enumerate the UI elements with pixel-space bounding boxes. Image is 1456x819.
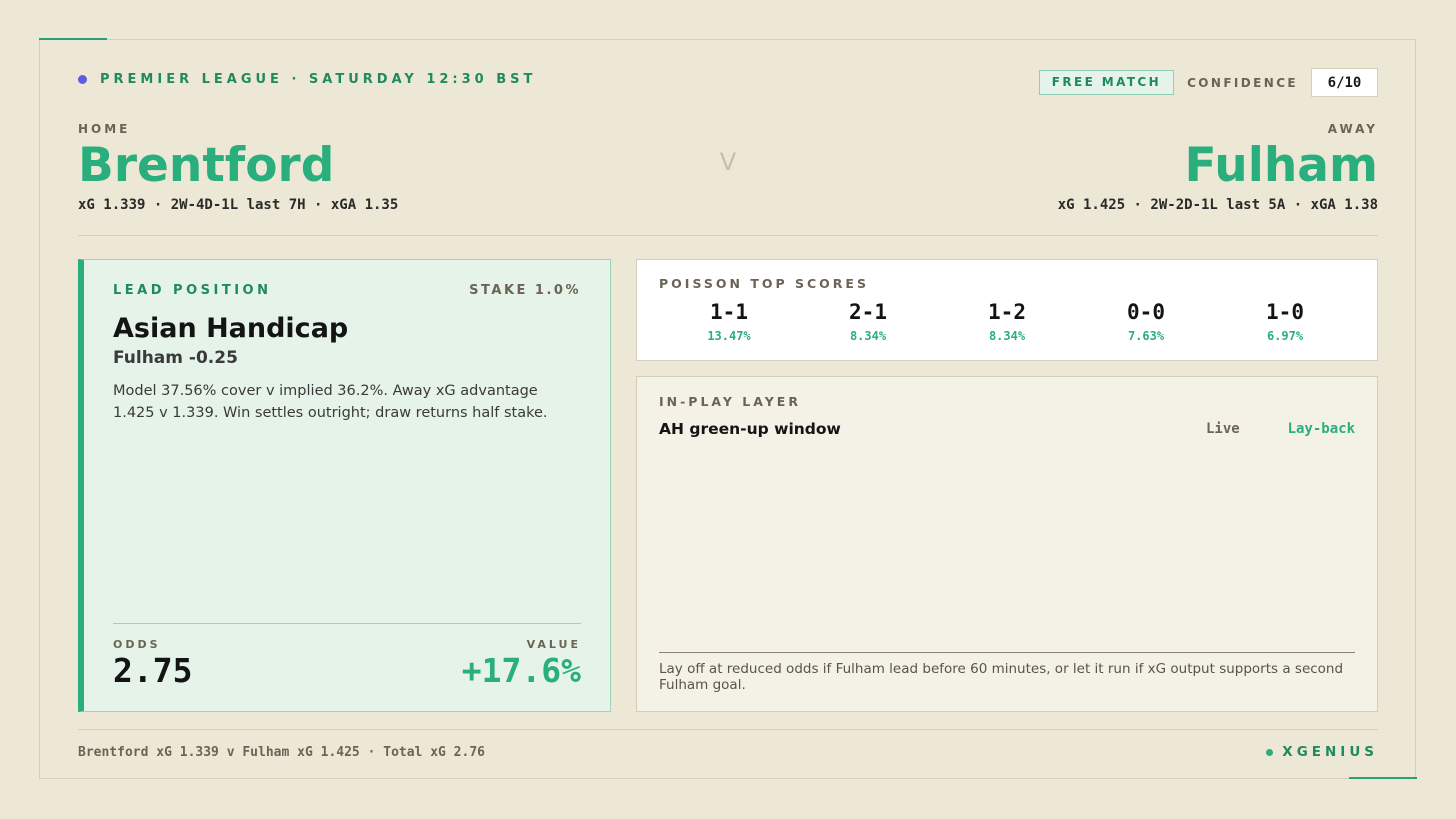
brand-dot-icon — [1266, 748, 1274, 756]
lead-position-label: LEAD POSITION — [113, 283, 272, 298]
league-line: PREMIER LEAGUE · SATURDAY 12:30 BST — [100, 72, 537, 87]
away-label: AWAY — [1327, 122, 1378, 136]
league-dot-icon — [78, 75, 87, 84]
in-play-label: IN-PLAY LAYER — [659, 394, 801, 409]
score-value: 1-0 — [1266, 300, 1304, 324]
value-label: VALUE — [526, 638, 581, 651]
score-item: 1-2 8.34% — [947, 300, 1067, 343]
score-probability: 8.34% — [849, 329, 887, 343]
score-item: 1-0 6.97% — [1225, 300, 1345, 343]
in-play-divider — [659, 652, 1355, 653]
score-item: 0-0 7.63% — [1086, 300, 1206, 343]
header-divider — [78, 235, 1378, 236]
in-play-title: AH green-up window — [659, 420, 841, 438]
in-play-note: Lay off at reduced odds if Fulham lead b… — [659, 661, 1344, 693]
accent-line-bottom — [1349, 777, 1417, 779]
score-value: 0-0 — [1127, 300, 1165, 324]
accent-line-top — [39, 38, 107, 40]
stake-label: STAKE 1.0% — [469, 283, 581, 298]
market-title: Asian Handicap — [113, 313, 349, 344]
brand-name: XGENIUS — [1282, 744, 1378, 760]
home-team-name: Brentford — [78, 138, 335, 193]
value-figure: +17.6% — [461, 651, 581, 690]
score-probability: 13.47% — [707, 329, 751, 343]
score-value: 1-1 — [710, 300, 748, 324]
live-status: Live — [1206, 421, 1240, 437]
score-item: 1-1 13.47% — [669, 300, 789, 343]
away-team-name: Fulham — [1184, 138, 1379, 193]
lead-divider — [113, 623, 581, 624]
selection-line: Fulham -0.25 — [113, 348, 238, 368]
footer-summary: Brentford xG 1.339 v Fulham xG 1.425 · T… — [78, 745, 485, 760]
score-probability: 8.34% — [988, 329, 1026, 343]
odds-value: 2.75 — [113, 651, 193, 690]
header: PREMIER LEAGUE · SATURDAY 12:30 BST FREE… — [78, 68, 1378, 97]
away-team-stats: xG 1.425 · 2W-2D-1L last 5A · xGA 1.38 — [1057, 197, 1378, 213]
confidence-label: CONFIDENCE — [1187, 75, 1298, 90]
lay-back-action: Lay-back — [1287, 421, 1355, 437]
poisson-scores-card: POISSON TOP SCORES 1-1 13.47% 2-1 8.34% … — [636, 259, 1378, 361]
score-item: 2-1 8.34% — [808, 300, 928, 343]
in-play-card: IN-PLAY LAYER AH green-up window Live La… — [636, 376, 1378, 712]
score-value: 1-2 — [988, 300, 1026, 324]
score-probability: 6.97% — [1266, 329, 1304, 343]
home-label: HOME — [78, 122, 131, 136]
brand: XGENIUS — [1266, 744, 1378, 760]
poisson-label: POISSON TOP SCORES — [659, 276, 869, 291]
confidence-value: 6/10 — [1311, 68, 1378, 97]
score-value: 2-1 — [849, 300, 887, 324]
lead-description: Model 37.56% cover v implied 36.2%. Away… — [113, 383, 548, 421]
score-probability: 7.63% — [1127, 329, 1165, 343]
odds-label: ODDS — [113, 638, 161, 651]
lead-position-card: LEAD POSITION STAKE 1.0% Asian Handicap … — [78, 259, 611, 712]
footer-divider — [78, 729, 1378, 730]
league-info: PREMIER LEAGUE · SATURDAY 12:30 BST — [78, 72, 536, 87]
confidence-group: FREE MATCH CONFIDENCE 6/10 — [1038, 68, 1378, 97]
versus-mark: V — [719, 148, 737, 176]
home-team-stats: xG 1.339 · 2W-4D-1L last 7H · xGA 1.35 — [78, 197, 399, 213]
free-match-badge: FREE MATCH — [1038, 70, 1175, 95]
